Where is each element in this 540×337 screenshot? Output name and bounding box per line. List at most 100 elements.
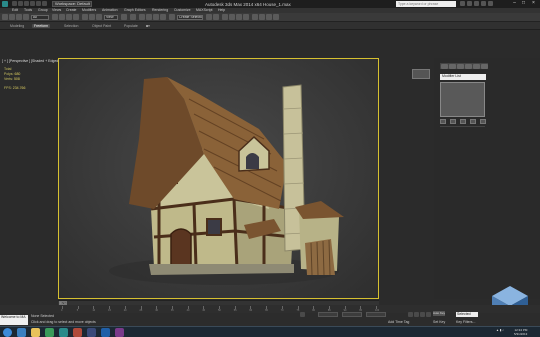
chrome-icon[interactable] bbox=[73, 328, 82, 337]
3dsmax-taskbar-icon[interactable] bbox=[59, 328, 68, 337]
perspective-viewport[interactable] bbox=[58, 58, 379, 299]
remove-modifier-icon[interactable] bbox=[470, 119, 476, 124]
taskbar-clock[interactable]: 12:34 PM 5/31/2013 bbox=[514, 328, 527, 336]
render-production-icon[interactable] bbox=[273, 14, 279, 20]
spinner-snap-icon[interactable] bbox=[160, 14, 166, 20]
selection-filter-dropdown[interactable]: All bbox=[31, 14, 49, 20]
selection-region-icon[interactable] bbox=[66, 14, 72, 20]
named-selection-set-dropdown[interactable]: Create Selection Se bbox=[177, 14, 203, 20]
tab-object-paint[interactable]: Object Paint bbox=[92, 24, 111, 28]
select-object-icon[interactable] bbox=[52, 14, 58, 20]
subscription-icon[interactable] bbox=[467, 1, 472, 6]
title-bar: Workspace: Default Autodesk 3ds Max 2014… bbox=[0, 0, 540, 8]
percent-snap-icon[interactable] bbox=[153, 14, 159, 20]
favorites-icon[interactable] bbox=[481, 1, 486, 6]
modify-tab-icon[interactable] bbox=[449, 63, 456, 69]
mirror-icon[interactable] bbox=[206, 14, 212, 20]
explorer-icon[interactable] bbox=[31, 328, 40, 337]
configure-sets-icon[interactable] bbox=[480, 119, 486, 124]
system-tray-icons[interactable]: ▲ ▮ ♪ bbox=[496, 328, 504, 332]
next-frame-icon[interactable] bbox=[426, 312, 431, 317]
maxscript-listener[interactable]: Welcome to MA bbox=[0, 315, 28, 325]
show-end-result-icon[interactable] bbox=[450, 119, 456, 124]
photoshop-icon[interactable] bbox=[101, 328, 110, 337]
ribbon-options-icon[interactable]: ◙▾ bbox=[146, 24, 150, 28]
app-6-icon[interactable] bbox=[87, 328, 96, 337]
window-crossing-icon[interactable] bbox=[73, 14, 79, 20]
hierarchy-tab-icon[interactable] bbox=[457, 63, 464, 69]
key-mode-dropdown[interactable]: Selected bbox=[456, 312, 478, 317]
help-icon[interactable] bbox=[488, 1, 493, 6]
play-icon[interactable] bbox=[420, 312, 425, 317]
previous-frame-icon[interactable] bbox=[414, 312, 419, 317]
x-coordinate-field[interactable] bbox=[318, 312, 338, 317]
make-unique-icon[interactable] bbox=[460, 119, 466, 124]
media-player-icon[interactable] bbox=[45, 328, 54, 337]
schematic-view-icon[interactable] bbox=[243, 14, 249, 20]
tab-freeform[interactable]: Freeform bbox=[32, 24, 51, 28]
go-to-start-icon[interactable] bbox=[408, 312, 413, 317]
key-filters-button[interactable]: Key Filters... bbox=[456, 320, 475, 324]
ie-icon[interactable] bbox=[17, 328, 26, 337]
utilities-tab-icon[interactable] bbox=[481, 63, 488, 69]
add-time-tag[interactable]: Add Time Tag bbox=[388, 320, 409, 324]
timeline-tick-label: 25 bbox=[139, 309, 143, 312]
timeline-tick-label: 75 bbox=[296, 309, 300, 312]
auto-key-button[interactable]: Auto Key bbox=[433, 311, 445, 316]
timeline-tick-label: 35 bbox=[170, 309, 174, 312]
motion-tab-icon[interactable] bbox=[465, 63, 472, 69]
modifier-list-dropdown[interactable]: Modifier List bbox=[440, 74, 486, 80]
pin-stack-icon[interactable] bbox=[440, 119, 446, 124]
minimize-icon[interactable]: – bbox=[510, 0, 519, 7]
snaps-toggle-icon[interactable] bbox=[139, 14, 145, 20]
reference-coord-dropdown[interactable]: View bbox=[104, 14, 118, 20]
search-icon[interactable] bbox=[460, 1, 465, 6]
material-editor-icon[interactable] bbox=[252, 14, 258, 20]
tab-selection[interactable]: Selection bbox=[64, 24, 78, 28]
align-icon[interactable] bbox=[213, 14, 219, 20]
display-tab-icon[interactable] bbox=[473, 63, 480, 69]
viewcube-icon[interactable] bbox=[412, 69, 430, 79]
redo-tool-icon[interactable] bbox=[9, 14, 15, 20]
project-folder-icon[interactable] bbox=[42, 1, 47, 6]
select-manipulate-icon[interactable] bbox=[130, 14, 136, 20]
curve-editor-icon[interactable] bbox=[236, 14, 242, 20]
lock-selection-icon[interactable] bbox=[300, 312, 305, 317]
z-coordinate-field[interactable] bbox=[366, 312, 386, 317]
close-icon[interactable]: × bbox=[529, 0, 538, 7]
render-setup-icon[interactable] bbox=[259, 14, 265, 20]
y-coordinate-field[interactable] bbox=[342, 312, 362, 317]
maximize-icon[interactable]: □ bbox=[519, 0, 528, 7]
app-8-icon[interactable] bbox=[115, 328, 124, 337]
house-model bbox=[109, 77, 344, 285]
new-scene-icon[interactable] bbox=[12, 1, 17, 6]
unlink-icon[interactable] bbox=[23, 14, 29, 20]
select-rotate-icon[interactable] bbox=[89, 14, 95, 20]
app-logo-icon[interactable] bbox=[2, 1, 8, 7]
search-input[interactable]: Type a keyword or phrase bbox=[396, 1, 456, 7]
undo-icon[interactable] bbox=[30, 1, 35, 6]
communication-center-icon[interactable] bbox=[474, 1, 479, 6]
tab-populate[interactable]: Populate bbox=[124, 24, 138, 28]
select-by-name-icon[interactable] bbox=[59, 14, 65, 20]
edit-named-selection-icon[interactable] bbox=[169, 14, 175, 20]
set-key-label[interactable]: Set Key bbox=[433, 320, 445, 324]
pivot-center-icon[interactable] bbox=[121, 14, 127, 20]
rendered-frame-window-icon[interactable] bbox=[266, 14, 272, 20]
select-scale-icon[interactable] bbox=[96, 14, 102, 20]
open-file-icon[interactable] bbox=[18, 1, 23, 6]
workspace-select[interactable]: Workspace: Default bbox=[52, 1, 92, 7]
redo-icon[interactable] bbox=[36, 1, 41, 6]
select-move-icon[interactable] bbox=[82, 14, 88, 20]
link-icon[interactable] bbox=[16, 14, 22, 20]
create-tab-icon[interactable] bbox=[441, 63, 448, 69]
undo-tool-icon[interactable] bbox=[2, 14, 8, 20]
tab-modeling[interactable]: Modeling bbox=[10, 24, 24, 28]
graphite-toggle-icon[interactable] bbox=[229, 14, 235, 20]
save-file-icon[interactable] bbox=[24, 1, 29, 6]
angle-snap-icon[interactable] bbox=[146, 14, 152, 20]
start-button-icon[interactable] bbox=[3, 328, 12, 337]
stats-fps: FPS: 234.766 bbox=[4, 86, 26, 90]
layer-manager-icon[interactable] bbox=[222, 14, 228, 20]
modifier-stack[interactable] bbox=[440, 82, 485, 117]
